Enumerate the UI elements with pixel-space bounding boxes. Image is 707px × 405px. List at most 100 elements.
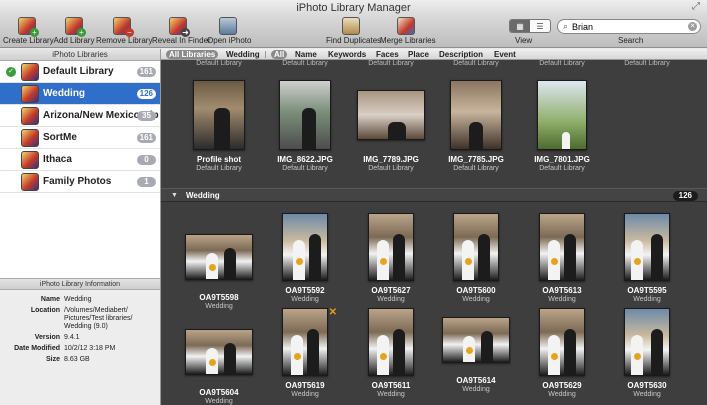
- remove-library-button[interactable]: − Remove Library: [96, 16, 152, 48]
- section-header-wedding[interactable]: ▼ Wedding 126: [161, 188, 707, 202]
- iphoto-icon: [219, 17, 237, 35]
- sidebar-item-wedding[interactable]: Wedding 126: [0, 83, 160, 105]
- disclosure-triangle-icon[interactable]: ▼: [171, 192, 178, 199]
- photo-tile[interactable]: OA9T5604 Wedding: [179, 317, 259, 405]
- photo-tile[interactable]: OA9T5613 Wedding: [522, 213, 602, 303]
- bride-figure: [291, 335, 303, 375]
- info-location-row: Location /Volumes/Mediabert/ Pictures/Te…: [30, 307, 133, 330]
- library-add-icon: +: [65, 17, 86, 37]
- photo-tile[interactable]: IMG_7801.JPG Default Library: [522, 80, 602, 172]
- reject-x-icon[interactable]: ✕: [329, 307, 337, 318]
- photo-thumbnail: [539, 213, 585, 281]
- sidebar-item-family-photos[interactable]: Family Photos 1: [0, 171, 160, 193]
- photo-thumbnail: [624, 213, 670, 281]
- photo-thumbnail: [450, 80, 502, 150]
- photo-tile[interactable]: Profile shot Default Library: [179, 80, 259, 172]
- groom-figure: [309, 233, 321, 280]
- merge-libraries-button[interactable]: Merge Libraries: [380, 16, 436, 48]
- field-event[interactable]: Event: [491, 50, 519, 59]
- field-description[interactable]: Description: [436, 50, 486, 59]
- photo-thumbnail: [185, 329, 253, 375]
- groom-figure: [224, 343, 236, 374]
- bride-figure: [631, 335, 643, 375]
- default-check-icon: ✓: [6, 67, 16, 77]
- photo-thumbnail: [624, 308, 670, 376]
- list-view-icon[interactable]: ☰: [530, 20, 550, 32]
- info-heading: iPhoto Library Information: [0, 279, 160, 290]
- library-sidebar: iPhoto Libraries ✓ Default Library 161 W…: [0, 49, 161, 405]
- sidebar-item-arizona-new-mexico-trip[interactable]: Arizona/New Mexico trip 35: [0, 105, 160, 127]
- photo-tile[interactable]: OA9T5614 Wedding: [436, 317, 516, 393]
- library-icon: [21, 173, 39, 191]
- photo-tile[interactable]: OA9T5630 Wedding: [607, 308, 687, 398]
- photo-thumbnail: [368, 213, 414, 281]
- person-figure: [388, 122, 406, 139]
- photo-tile[interactable]: OA9T5598 Wedding: [179, 222, 259, 310]
- photo-tile[interactable]: IMG_7785.JPG Default Library: [436, 80, 516, 172]
- search-field[interactable]: ⌕ ✕: [557, 19, 701, 34]
- photo-library: Wedding: [548, 296, 576, 303]
- groom-figure: [481, 331, 493, 362]
- photo-browser: All Libraries Wedding All Name Keywords …: [161, 49, 707, 405]
- photo-tile[interactable]: IMG_7789.JPG Default Library: [351, 90, 431, 172]
- info-version-row: Version 9.4.1: [34, 334, 80, 341]
- photo-library: Wedding: [205, 303, 233, 310]
- open-iphoto-button[interactable]: Open iPhoto: [207, 16, 251, 48]
- photo-library: Wedding: [462, 296, 490, 303]
- filter-all-libraries[interactable]: All Libraries: [166, 50, 219, 59]
- merge-libraries-icon: [397, 17, 415, 35]
- groom-figure: [393, 328, 405, 375]
- info-name-row: Name Wedding: [40, 296, 92, 303]
- photo-tile[interactable]: IMG_8622.JPG Default Library: [265, 80, 345, 172]
- photo-tile[interactable]: OA9T5629 Wedding: [522, 308, 602, 398]
- photo-tile[interactable]: OA9T5592 Wedding: [265, 213, 345, 303]
- sidebar-item-sortme[interactable]: SortMe 161: [0, 127, 160, 149]
- filter-wedding[interactable]: Wedding: [223, 50, 263, 59]
- toolbar: + Create Library + Add Library − Remove …: [0, 16, 707, 48]
- reveal-in-finder-button[interactable]: ➜ Reveal In Finder: [152, 16, 211, 48]
- partial-caption: Default Library: [539, 60, 585, 67]
- partial-caption: Default Library: [453, 60, 499, 67]
- field-keywords[interactable]: Keywords: [325, 50, 369, 59]
- photo-tile[interactable]: OA9T5600 Wedding: [436, 213, 516, 303]
- bride-figure: [548, 240, 560, 280]
- add-library-button[interactable]: + Add Library: [53, 16, 95, 48]
- sidebar-item-ithaca[interactable]: Ithaca 0: [0, 149, 160, 171]
- photo-tile[interactable]: OA9T5595 Wedding: [607, 213, 687, 303]
- photo-count-badge: 1: [137, 177, 156, 187]
- field-all[interactable]: All: [271, 50, 288, 59]
- groom-figure: [651, 233, 663, 280]
- photo-thumbnail: [368, 308, 414, 376]
- fullscreen-icon[interactable]: ⤢: [691, 2, 701, 12]
- sidebar-item-default-library[interactable]: ✓ Default Library 161: [0, 61, 160, 83]
- photo-count-badge: 35: [137, 111, 156, 121]
- photo-thumbnail: [282, 213, 328, 281]
- photo-tile[interactable]: OA9T5627 Wedding: [351, 213, 431, 303]
- photo-name: OA9T5600: [456, 286, 496, 295]
- photo-count-badge: 161: [136, 67, 156, 77]
- field-place[interactable]: Place: [405, 50, 432, 59]
- field-faces[interactable]: Faces: [373, 50, 402, 59]
- groom-figure: [478, 233, 490, 280]
- find-duplicates-icon: [342, 17, 360, 35]
- photo-name: IMG_8622.JPG: [277, 155, 333, 164]
- bride-figure: [548, 335, 560, 375]
- library-reveal-icon: ➜: [169, 17, 190, 37]
- search-input[interactable]: [572, 21, 682, 32]
- photo-library: Wedding: [377, 296, 405, 303]
- search-icon: ⌕: [563, 21, 569, 31]
- clear-search-icon[interactable]: ✕: [688, 22, 697, 31]
- library-icon: [21, 151, 39, 169]
- find-duplicates-button[interactable]: Find Duplicates: [326, 16, 381, 48]
- create-library-button[interactable]: + Create Library: [3, 16, 54, 48]
- section-title: Wedding: [186, 191, 220, 200]
- photo-name: OA9T5627: [371, 286, 411, 295]
- bride-figure: [206, 252, 218, 279]
- photo-tile[interactable]: OA9T5611 Wedding: [351, 308, 431, 398]
- grid-view-icon[interactable]: ▦: [510, 20, 530, 32]
- view-mode-control[interactable]: ▦ ☰: [509, 19, 551, 33]
- field-name[interactable]: Name: [292, 50, 320, 59]
- person-figure: [302, 108, 316, 149]
- photo-tile[interactable]: ✕ OA9T5619 Wedding: [265, 307, 345, 398]
- photo-name: OA9T5595: [627, 286, 667, 295]
